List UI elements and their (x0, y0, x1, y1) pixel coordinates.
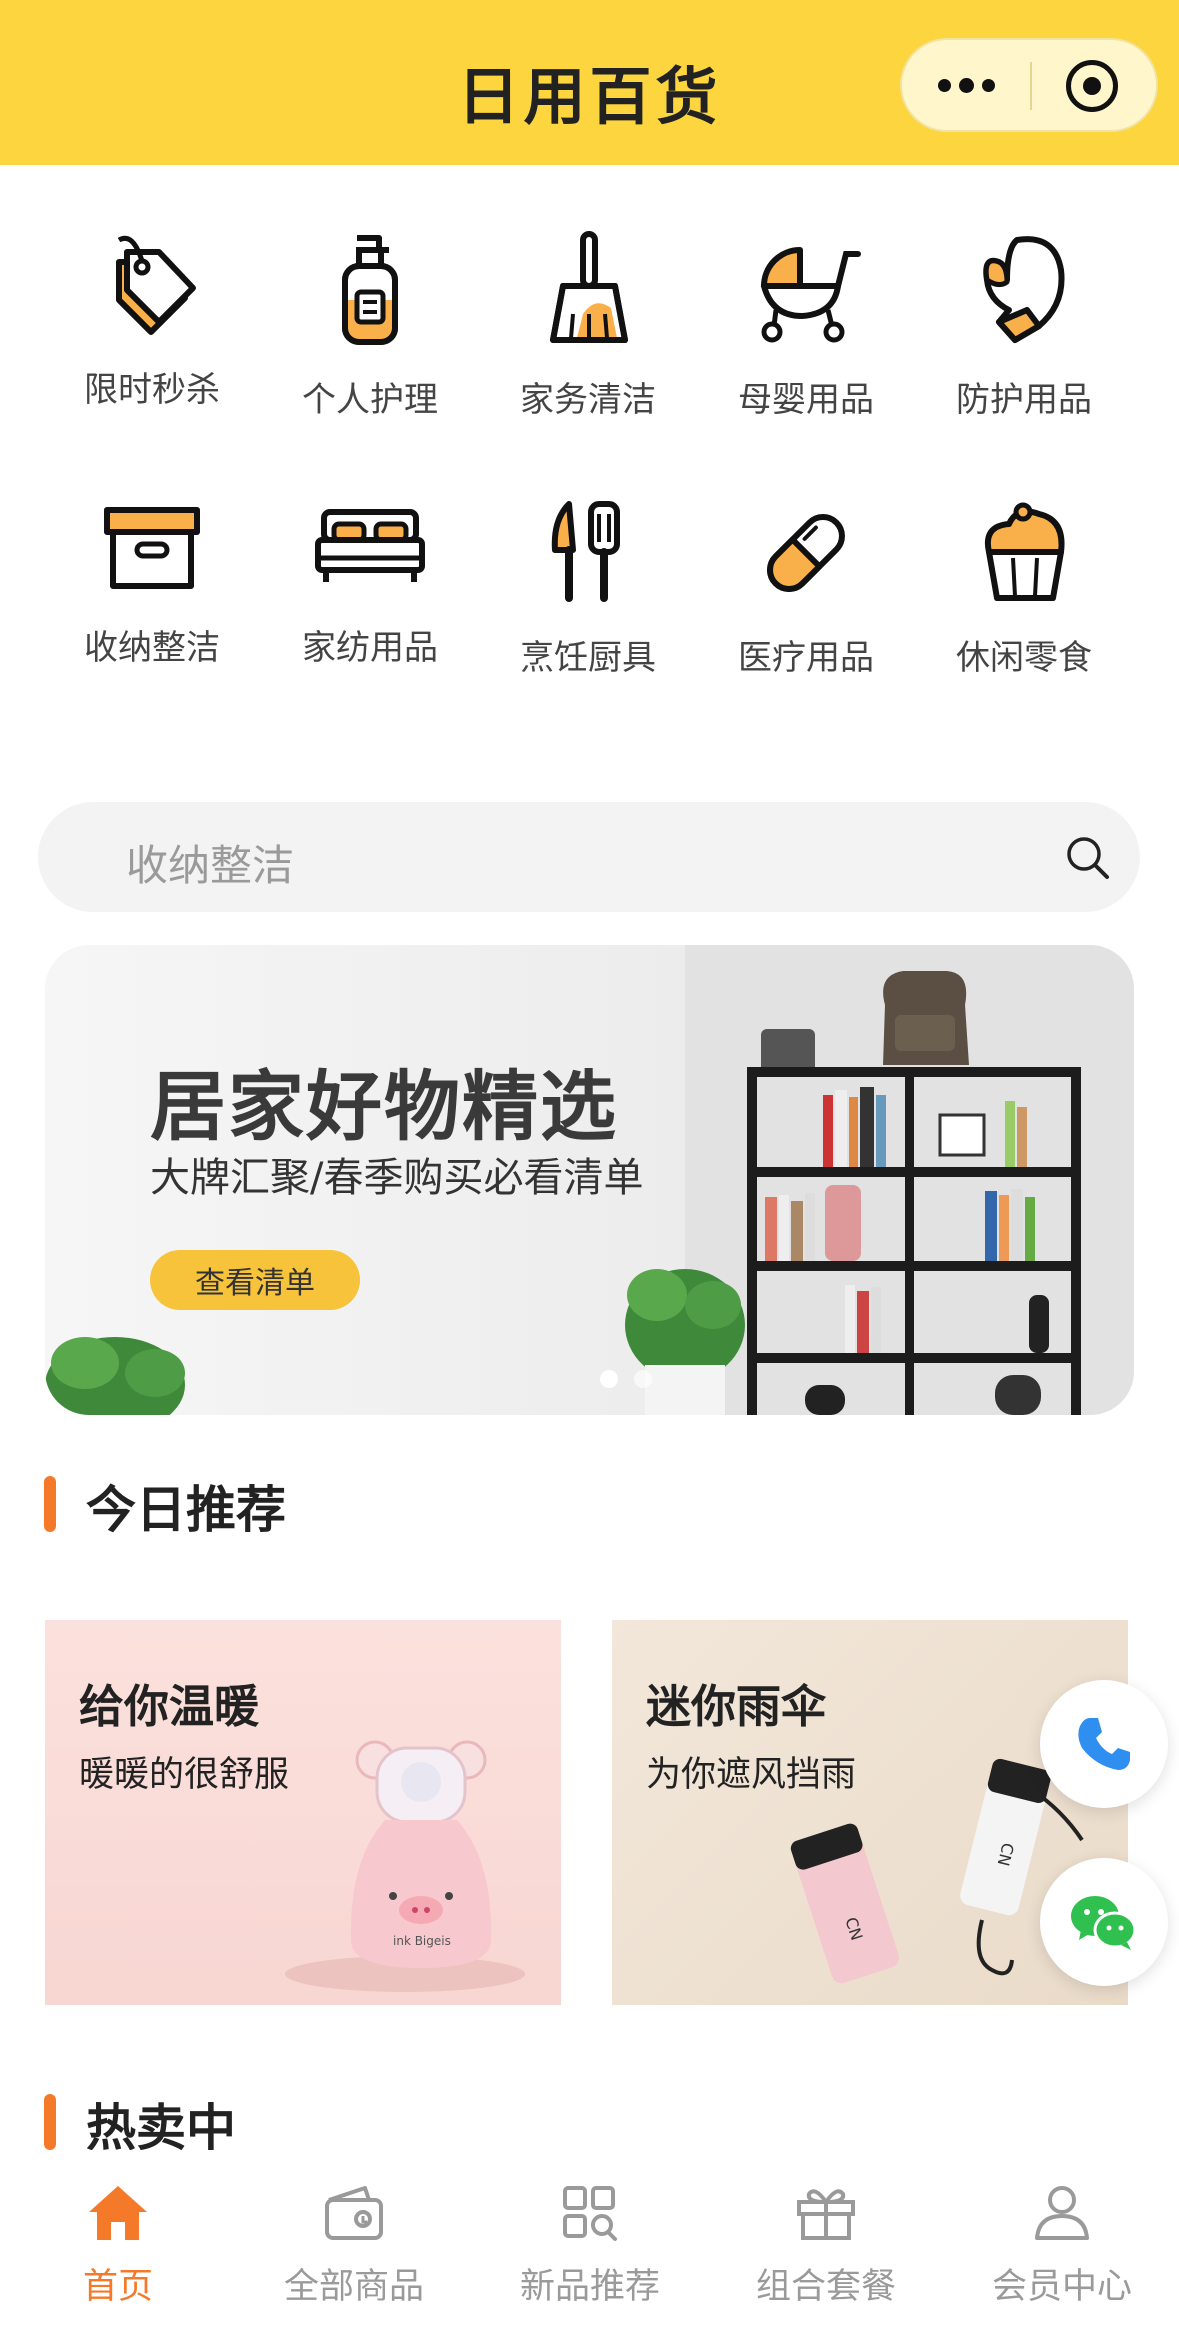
tab-combo[interactable]: 组合套餐 (726, 2182, 926, 2309)
section-accent-bar (44, 2094, 56, 2150)
pill-icon (767, 514, 845, 592)
category-label: 家纺用品 (302, 628, 438, 668)
category-mother-baby[interactable]: 母婴用品 (706, 230, 906, 421)
card-title: 迷你雨伞 (646, 1680, 827, 1733)
mini-program-capsule (900, 38, 1158, 132)
broom-icon (550, 231, 628, 343)
tab-label: 组合套餐 (755, 2267, 896, 2307)
category-label: 母婴用品 (738, 380, 874, 420)
category-label: 烹饪厨具 (520, 638, 656, 678)
tab-new-products[interactable]: 新品推荐 (490, 2182, 690, 2309)
wechat-icon (1071, 1896, 1137, 1950)
cupcake-icon (985, 502, 1065, 601)
search-input[interactable]: 收纳整洁 (126, 832, 294, 893)
tab-member-center[interactable]: 会员中心 (962, 2182, 1162, 2309)
category-personal-care[interactable]: 个人护理 (270, 230, 470, 421)
recommend-card-warm[interactable]: ink Bigeis 给你温暖 暖暖的很舒服 (45, 1620, 561, 2005)
section-accent-bar (44, 1476, 56, 1532)
view-list-button[interactable]: 查看清单 (150, 1250, 360, 1310)
banner-subtitle: 大牌汇聚/春季购买必看清单 (150, 1155, 644, 1201)
category-label: 个人护理 (302, 380, 438, 420)
home-icon (89, 2186, 147, 2240)
category-label: 家务清洁 (520, 380, 656, 420)
tab-home[interactable]: 首页 (18, 2182, 218, 2309)
category-medical[interactable]: 医疗用品 (706, 498, 906, 679)
user-icon (1035, 2186, 1089, 2240)
bottle-print-text: ink Bigeis (393, 1934, 451, 1948)
tab-label: 新品推荐 (519, 2267, 660, 2307)
bottom-tab-bar: 首页 全部商品 新品推荐 组合套餐 会员中心 (0, 2150, 1179, 2345)
gift-icon (797, 2189, 855, 2240)
promo-banner[interactable]: 居家好物精选 大牌汇聚/春季购买必看清单 查看清单 (45, 945, 1134, 1415)
lotion-bottle-icon (342, 235, 398, 345)
tab-all-products[interactable]: 全部商品 (254, 2182, 454, 2309)
header-bar: 日用百货 (0, 0, 1179, 165)
category-cookware[interactable]: 烹饪厨具 (488, 498, 688, 679)
category-snacks[interactable]: 休闲零食 (924, 498, 1124, 679)
phone-icon (1078, 1718, 1130, 1770)
category-label: 收纳整洁 (84, 628, 220, 668)
category-protective[interactable]: 防护用品 (924, 230, 1124, 421)
capsule-divider (1030, 62, 1032, 110)
search-bar[interactable]: 收纳整洁 (38, 802, 1140, 912)
category-home-textile[interactable]: 家纺用品 (270, 498, 470, 669)
card-subtitle: 暖暖的很舒服 (79, 1755, 290, 1795)
stroller-icon (761, 247, 861, 343)
category-flash-sale[interactable]: 限时秒杀 (52, 230, 252, 411)
banner-title: 居家好物精选 (150, 1062, 618, 1151)
carousel-indicator[interactable] (600, 1370, 652, 1388)
category-label: 限时秒杀 (84, 370, 220, 410)
glove-icon (983, 236, 1065, 343)
kitchen-utensils-icon (551, 501, 620, 602)
target-icon[interactable] (1066, 60, 1118, 112)
section-title: 今日推荐 (86, 1481, 286, 1539)
tab-label: 全部商品 (283, 2267, 424, 2307)
phone-call-button[interactable] (1040, 1680, 1168, 1808)
search-icon[interactable] (1062, 832, 1114, 884)
category-storage[interactable]: 收纳整洁 (52, 498, 252, 669)
price-tag-icon (116, 235, 196, 335)
carousel-dot[interactable] (600, 1370, 618, 1388)
wechat-button[interactable] (1040, 1858, 1168, 1986)
category-label: 医疗用品 (738, 638, 874, 678)
carousel-dot[interactable] (634, 1370, 652, 1388)
tab-label: 首页 (82, 2267, 153, 2307)
card-subtitle: 为你遮风挡雨 (646, 1755, 857, 1795)
more-dots-icon[interactable] (902, 40, 1030, 130)
tab-label: 会员中心 (991, 2267, 1132, 2307)
bed-icon (315, 509, 425, 582)
wallet-icon (325, 2186, 383, 2240)
card-title: 给你温暖 (79, 1680, 260, 1733)
category-housework[interactable]: 家务清洁 (488, 230, 688, 421)
category-label: 防护用品 (956, 380, 1092, 420)
category-label: 休闲零食 (956, 638, 1092, 678)
grid-search-icon (563, 2186, 617, 2241)
storage-box-icon (104, 507, 200, 589)
